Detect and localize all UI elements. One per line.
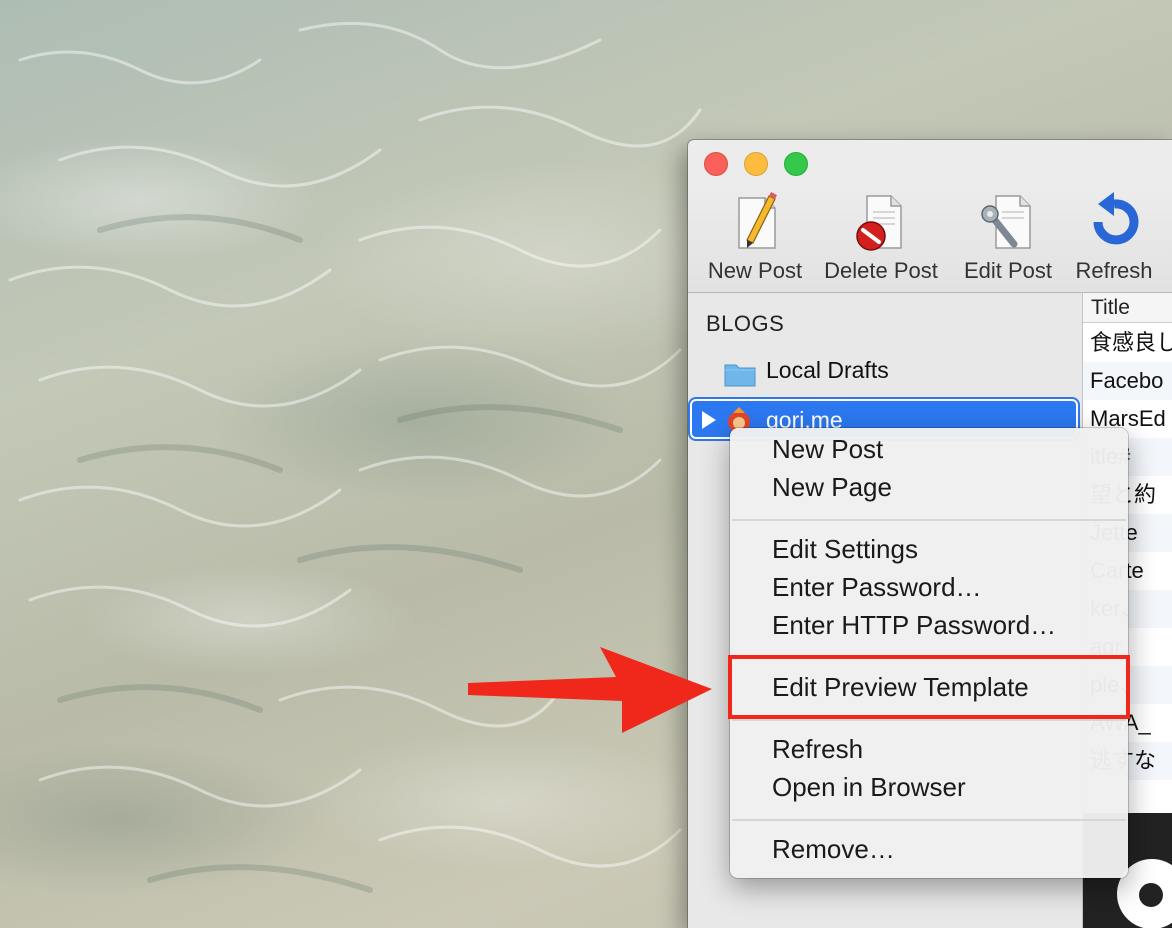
- title-bar: [688, 140, 1172, 184]
- delete-post-icon: [856, 195, 902, 251]
- post-row[interactable]: Facebo: [1083, 362, 1172, 400]
- annotation-highlight-box: [728, 655, 1130, 719]
- menu-item-remove[interactable]: Remove…: [772, 834, 895, 865]
- blog-context-menu: New Post New Page Edit Settings Enter Pa…: [730, 428, 1128, 878]
- folder-icon: [724, 364, 756, 387]
- toolbar: New Post Delete Post Edit Post Refresh: [688, 184, 1172, 293]
- refresh-icon: [1093, 192, 1139, 245]
- zoom-window-button[interactable]: [784, 152, 808, 176]
- refresh-toolbar-label: Refresh: [1075, 258, 1153, 283]
- new-post-toolbar-label: New Post: [707, 258, 803, 283]
- refresh-toolbar-button[interactable]: Refresh: [1068, 188, 1160, 286]
- menu-separator: [732, 819, 1126, 821]
- delete-post-toolbar-label: Delete Post: [824, 258, 938, 283]
- local-drafts-label: Local Drafts: [766, 357, 889, 383]
- menu-item-new-post[interactable]: New Post: [772, 434, 883, 465]
- menu-item-enter-password[interactable]: Enter Password…: [772, 572, 982, 603]
- edit-post-toolbar-button[interactable]: Edit Post: [954, 188, 1062, 286]
- minimize-window-button[interactable]: [744, 152, 768, 176]
- menu-separator: [732, 719, 1126, 721]
- menu-item-open-in-browser[interactable]: Open in Browser: [772, 772, 966, 803]
- menu-separator: [732, 519, 1126, 521]
- new-post-toolbar-button[interactable]: New Post: [700, 188, 810, 286]
- menu-item-refresh[interactable]: Refresh: [772, 734, 863, 765]
- edit-post-wrench-icon: [981, 195, 1031, 249]
- edit-post-toolbar-label: Edit Post: [963, 258, 1053, 283]
- post-row[interactable]: 食感良し: [1083, 324, 1172, 362]
- menu-item-new-page[interactable]: New Page: [772, 472, 892, 503]
- blogs-section-header: BLOGS: [706, 311, 785, 336]
- title-column-header[interactable]: Title: [1083, 293, 1172, 323]
- preview-image-detail: [1139, 883, 1163, 907]
- delete-post-toolbar-button[interactable]: Delete Post: [818, 188, 944, 286]
- disclosure-triangle-icon[interactable]: [702, 411, 716, 429]
- annotation-arrow-icon: [468, 647, 712, 733]
- menu-item-edit-settings[interactable]: Edit Settings: [772, 534, 918, 565]
- new-post-pencil-icon: [738, 192, 777, 249]
- close-window-button[interactable]: [704, 152, 728, 176]
- menu-item-enter-http-password[interactable]: Enter HTTP Password…: [772, 610, 1056, 641]
